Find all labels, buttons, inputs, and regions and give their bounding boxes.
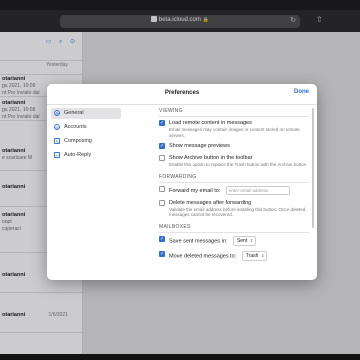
section-heading: VIEWING	[159, 108, 309, 117]
nav-item-general[interactable]: ⚙ General	[51, 108, 121, 119]
reply-icon: ↩	[54, 152, 60, 158]
select-value: Sent	[236, 237, 248, 244]
section-heading: MAILBOXES	[159, 224, 309, 233]
nav-item-auto-reply[interactable]: ↩ Auto-Reply	[51, 150, 121, 161]
load-remote-option: ✓ Load remote content in messages Email …	[159, 120, 309, 138]
forward-option: Forward my email to: enter email address	[159, 185, 309, 195]
option-label: Forward my email to:	[169, 187, 221, 194]
option-label: Save sent messages in:	[169, 237, 228, 244]
nav-item-composing[interactable]: ✎ Composing	[51, 136, 121, 147]
save-sent-checkbox[interactable]: ✓	[159, 235, 165, 242]
save-sent-option: ✓ Save sent messages in: Sent ⇕	[159, 235, 309, 246]
mailboxes-section: MAILBOXES ✓ Save sent messages in: Sent ⇕…	[159, 224, 309, 261]
archive-checkbox[interactable]	[159, 155, 165, 161]
option-label: Load remote content in messages	[169, 120, 252, 126]
sent-mailbox-select[interactable]: Sent ⇕	[232, 235, 257, 246]
previews-checkbox[interactable]: ✓	[159, 143, 165, 149]
nav-label: Composing	[64, 138, 92, 144]
preferences-content: VIEWING ✓ Load remote content in message…	[159, 108, 309, 278]
option-description: Email messages may contain images or con…	[169, 127, 300, 138]
scrollbar[interactable]	[312, 108, 314, 228]
gear-icon: ⚙	[54, 110, 60, 116]
trash-mailbox-select[interactable]: Trash ⇕	[241, 250, 268, 261]
dialog-header: Preferences Done	[47, 84, 317, 105]
chevron-updown-icon: ⇕	[249, 237, 254, 243]
option-description: Validate the email address before enabli…	[169, 206, 307, 218]
forward-email-input[interactable]: enter email address	[225, 185, 290, 195]
option-description: Enable this option to replace the Trash …	[169, 162, 308, 167]
done-button[interactable]: Done	[294, 89, 309, 95]
option-label: Delete messages after forwarding	[169, 199, 252, 206]
delete-option: Delete messages after forwarding Validat…	[159, 199, 309, 218]
move-deleted-option: ✓ Move deleted messages to: Trash ⇕	[159, 250, 309, 261]
section-heading: FORWARDING	[159, 174, 309, 183]
delete-checkbox[interactable]	[159, 199, 165, 206]
nav-label: Accounts	[64, 124, 87, 130]
preferences-nav: ⚙ General @ Accounts ✎ Composing ↩ Auto-…	[51, 108, 121, 278]
select-value: Trash	[245, 252, 259, 259]
nav-item-accounts[interactable]: @ Accounts	[51, 122, 121, 133]
nav-label: General	[64, 110, 84, 116]
previews-option: ✓ Show message previews	[159, 143, 309, 150]
archive-option: Show Archive button in the toolbar Enabl…	[159, 155, 309, 168]
move-deleted-checkbox[interactable]: ✓	[159, 250, 165, 257]
nav-label: Auto-Reply	[64, 152, 92, 158]
forward-checkbox[interactable]	[159, 185, 165, 192]
at-icon: @	[54, 124, 60, 130]
viewing-section: VIEWING ✓ Load remote content in message…	[159, 108, 309, 168]
dialog-title: Preferences	[164, 90, 200, 96]
load-remote-checkbox[interactable]: ✓	[159, 120, 165, 126]
forwarding-section: FORWARDING Forward my email to: enter em…	[159, 174, 309, 218]
option-label: Show Archive button in the toolbar	[169, 155, 253, 161]
bottom-bezel	[0, 354, 360, 360]
option-label: Move deleted messages to:	[169, 252, 237, 259]
chevron-updown-icon: ⇕	[261, 252, 265, 258]
pencil-icon: ✎	[54, 138, 60, 144]
option-label: Show message previews	[169, 143, 230, 149]
preferences-dialog: Preferences Done ⚙ General @ Accounts ✎ …	[47, 84, 317, 280]
